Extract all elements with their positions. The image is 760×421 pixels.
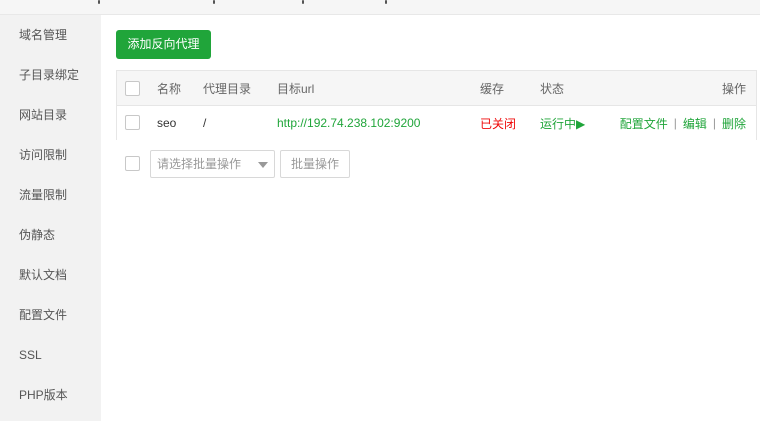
- batch-operation-select[interactable]: 请选择批量操作: [150, 150, 275, 178]
- select-all-checkbox[interactable]: [125, 81, 140, 96]
- config-file-link[interactable]: 配置文件: [620, 115, 668, 132]
- delete-link[interactable]: 删除: [722, 115, 746, 132]
- sidebar-item-domain-management[interactable]: 域名管理: [19, 25, 67, 45]
- caret-down-icon: [258, 162, 268, 168]
- row-proxy-dir: /: [203, 116, 207, 130]
- row-checkbox[interactable]: [125, 115, 140, 130]
- top-strip: [0, 0, 760, 15]
- table-row: seo / http://192.74.238.102:9200 已关闭 运行中…: [117, 106, 756, 140]
- sidebar-item-default-document[interactable]: 默认文档: [19, 265, 67, 285]
- tab-edge-mark: [98, 0, 100, 4]
- batch-select-placeholder: 请选择批量操作: [157, 157, 242, 171]
- row-name: seo: [157, 116, 177, 130]
- proxy-table: 名称 代理目录 目标url 缓存 状态 操作 seo / http://192.…: [116, 70, 757, 140]
- sidebar-item-site-directory[interactable]: 网站目录: [19, 105, 67, 125]
- edit-link[interactable]: 编辑: [683, 115, 707, 132]
- column-header-cache: 缓存: [480, 81, 505, 96]
- action-separator: |: [712, 116, 716, 130]
- action-separator: |: [673, 116, 677, 130]
- column-header-actions: 操作: [721, 81, 746, 96]
- sidebar: 域名管理 子目录绑定 网站目录 访问限制 流量限制 伪静态 默认文档 配置文件 …: [0, 15, 101, 421]
- column-header-name: 名称: [157, 81, 182, 96]
- sidebar-item-ssl[interactable]: SSL: [19, 345, 42, 365]
- row-target-url: http://192.74.238.102:9200: [277, 116, 421, 130]
- row-cache-status[interactable]: 已关闭: [480, 106, 516, 140]
- sidebar-item-pseudo-static[interactable]: 伪静态: [19, 225, 55, 245]
- sidebar-item-config-file[interactable]: 配置文件: [19, 305, 67, 325]
- sidebar-item-php-version[interactable]: PHP版本: [19, 385, 68, 405]
- batch-operation-button[interactable]: 批量操作: [280, 150, 350, 178]
- row-actions: 配置文件 | 编辑 | 删除: [620, 106, 746, 140]
- column-header-target-url: 目标url: [277, 81, 315, 96]
- tab-edge-mark: [385, 0, 387, 4]
- tab-edge-mark: [213, 0, 215, 4]
- table-header: 名称 代理目录 目标url 缓存 状态 操作: [117, 71, 756, 106]
- sidebar-item-traffic-limit[interactable]: 流量限制: [19, 185, 67, 205]
- row-run-status[interactable]: 运行中▶: [540, 106, 585, 140]
- sidebar-item-access-limit[interactable]: 访问限制: [19, 145, 67, 165]
- column-header-proxy-dir: 代理目录: [203, 81, 252, 96]
- sidebar-item-subdirectory-binding[interactable]: 子目录绑定: [19, 65, 79, 85]
- main-panel: 添加反向代理 名称 代理目录 目标url 缓存 状态 操作 seo / http…: [101, 15, 760, 421]
- tab-edge-mark: [302, 0, 304, 4]
- batch-select-checkbox[interactable]: [125, 156, 140, 171]
- add-reverse-proxy-button[interactable]: 添加反向代理: [116, 30, 211, 59]
- column-header-status: 状态: [540, 81, 565, 96]
